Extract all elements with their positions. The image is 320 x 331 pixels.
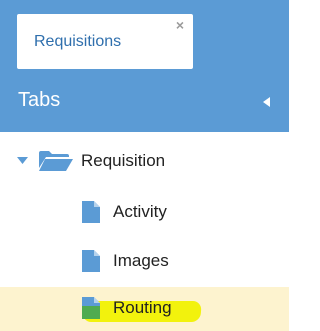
caret-down-icon[interactable] [17, 157, 28, 164]
file-icon [82, 201, 100, 223]
tree-item-routing[interactable]: Routing [0, 287, 289, 331]
tree-item-activity[interactable]: Activity [0, 191, 289, 233]
folder-open-icon [39, 151, 73, 171]
tab-requisitions[interactable]: Requisitions × [17, 14, 193, 69]
tree-item-images[interactable]: Images [0, 240, 289, 282]
caret-left-icon[interactable] [263, 97, 270, 107]
tree-item-label: Images [113, 251, 169, 270]
tab-requisitions-label: Requisitions [34, 33, 122, 50]
file-icon [82, 250, 100, 272]
panel-title: Tabs [18, 89, 61, 111]
tree-item-requisition[interactable]: Requisition [0, 140, 289, 182]
tree-item-label: Activity [113, 202, 167, 221]
panel-header: Requisitions × Tabs [0, 0, 289, 132]
close-icon[interactable]: × [176, 18, 184, 32]
tree-item-label: Routing [113, 298, 172, 317]
file-icon [82, 297, 100, 319]
tree-item-label: Requisition [81, 151, 166, 170]
